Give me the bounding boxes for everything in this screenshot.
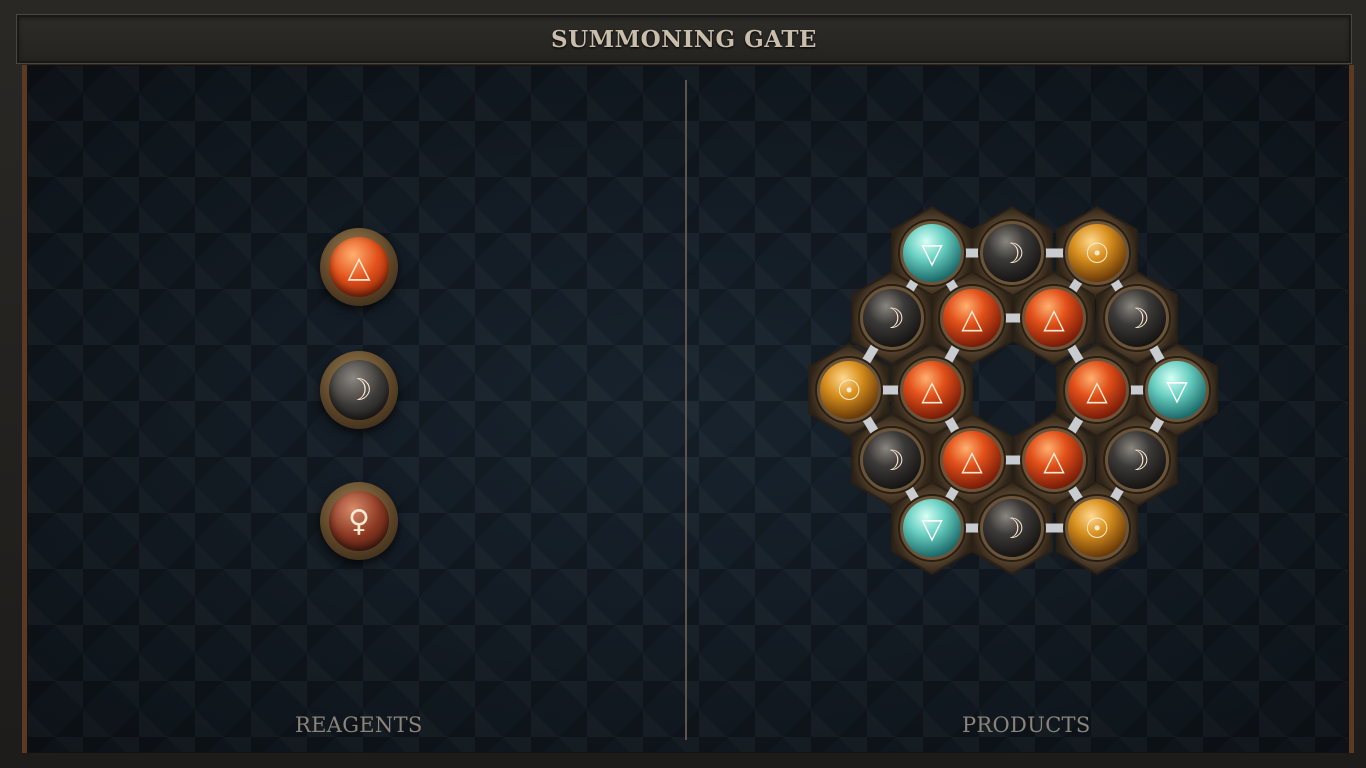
fire-icon: △ [961, 302, 983, 335]
title-bar: SUMMONING GATE [16, 14, 1352, 64]
game-board: △ ☽ ♀ ▽ ☽ ☉ ☽ △ △ ☽ ☉ △ △ ▽ ☽ △ △ ☽ ▽ ☽ ☉ REAGENTS PRODUC… [22, 65, 1354, 753]
fire-icon: △ [1043, 302, 1065, 335]
gold-icon: ☉ [1084, 237, 1109, 270]
salt-icon: ☽ [879, 444, 904, 477]
salt-icon: ☽ [999, 237, 1024, 270]
water-icon: ▽ [1166, 374, 1188, 407]
water-icon: ▽ [921, 512, 943, 545]
salt-icon: ☽ [1124, 444, 1149, 477]
salt-icon: ☽ [879, 302, 904, 335]
salt-icon: ☽ [1124, 302, 1149, 335]
fire-icon: △ [1086, 374, 1108, 407]
water-icon: ▽ [921, 237, 943, 270]
page-title: SUMMONING GATE [551, 25, 817, 53]
window-frame: SUMMONING GATE △ ☽ ♀ ▽ ☽ ☉ ☽ △ △ ☽ ☉ △ △ ▽ ☽ △ △ ☽ ▽ ☽ ☉ … [0, 0, 1366, 768]
fire-icon: △ [961, 444, 983, 477]
gold-icon: ☉ [1084, 512, 1109, 545]
gold-icon: ☉ [836, 374, 861, 407]
product-molecule[interactable]: ▽ ☽ ☉ ☽ △ △ ☽ ☉ △ △ ▽ ☽ △ △ ☽ ▽ ☽ ☉ [27, 65, 1349, 753]
fire-icon: △ [921, 374, 943, 407]
fire-icon: △ [1043, 444, 1065, 477]
salt-icon: ☽ [999, 512, 1024, 545]
